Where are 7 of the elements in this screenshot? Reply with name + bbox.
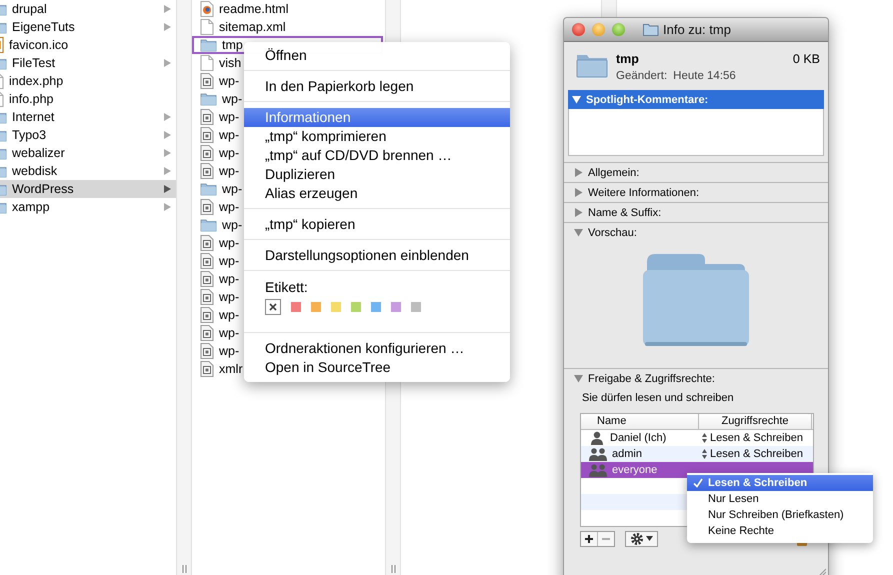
window-title: Info zu: tmp bbox=[663, 22, 731, 37]
modified-label: Geändert: bbox=[616, 70, 668, 82]
file-name: tmp bbox=[616, 52, 639, 66]
permission-note: Sie dürfen lesen und schreiben bbox=[582, 392, 735, 404]
file-size: 0 KB bbox=[792, 52, 820, 66]
modified-date: Heute 14:56 bbox=[673, 70, 736, 82]
label-heading: Etikett: bbox=[264, 278, 309, 297]
